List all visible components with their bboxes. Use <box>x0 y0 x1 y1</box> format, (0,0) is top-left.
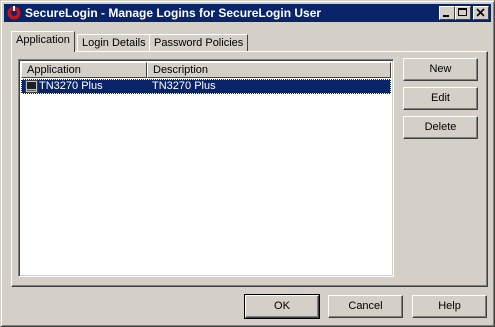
ok-button-label: OK <box>274 300 290 312</box>
cancel-button-label: Cancel <box>348 300 383 312</box>
column-header-application-label: Application <box>27 64 81 76</box>
minimize-button[interactable] <box>439 6 455 20</box>
column-header-description[interactable]: Description <box>147 62 391 78</box>
manage-logins-window: SecureLogin - Manage Logins for SecureLo… <box>0 0 495 327</box>
title-bar[interactable]: SecureLogin - Manage Logins for SecureLo… <box>4 4 491 22</box>
new-button-label: New <box>429 63 452 75</box>
new-button[interactable]: New <box>403 58 478 81</box>
tab-password-policies[interactable]: Password Policies <box>149 34 249 52</box>
tab-login-details-label: Login Details <box>82 37 146 49</box>
ok-button[interactable]: OK <box>244 294 320 319</box>
maximize-icon <box>458 8 467 16</box>
row-description: TN3270 Plus <box>152 80 216 92</box>
close-icon <box>476 8 485 17</box>
help-button-label: Help <box>438 300 461 312</box>
tab-password-policies-label: Password Policies <box>154 37 244 49</box>
column-header-application[interactable]: Application <box>21 62 147 78</box>
delete-button[interactable]: Delete <box>403 116 478 139</box>
tab-login-details[interactable]: Login Details <box>77 34 151 52</box>
window-title: SecureLogin - Manage Logins for SecureLo… <box>25 6 322 20</box>
applications-list[interactable]: Application Description TN3270 Plus TN32… <box>18 59 394 277</box>
cancel-button[interactable]: Cancel <box>328 295 403 318</box>
terminal-app-icon <box>25 80 38 93</box>
minimize-icon <box>443 15 449 17</box>
delete-button-label: Delete <box>424 121 457 133</box>
help-button[interactable]: Help <box>412 295 487 318</box>
close-button[interactable] <box>473 6 489 20</box>
tab-application-label: Application <box>16 34 70 46</box>
edit-button[interactable]: Edit <box>403 87 478 110</box>
row-application: TN3270 Plus <box>39 80 103 92</box>
edit-button-label: Edit <box>431 92 450 104</box>
list-item[interactable]: TN3270 Plus TN3270 Plus <box>21 79 391 94</box>
securelogin-logo-icon <box>6 5 22 21</box>
tab-application[interactable]: Application <box>11 31 75 52</box>
column-header-description-label: Description <box>153 64 209 76</box>
maximize-button[interactable] <box>455 6 471 20</box>
